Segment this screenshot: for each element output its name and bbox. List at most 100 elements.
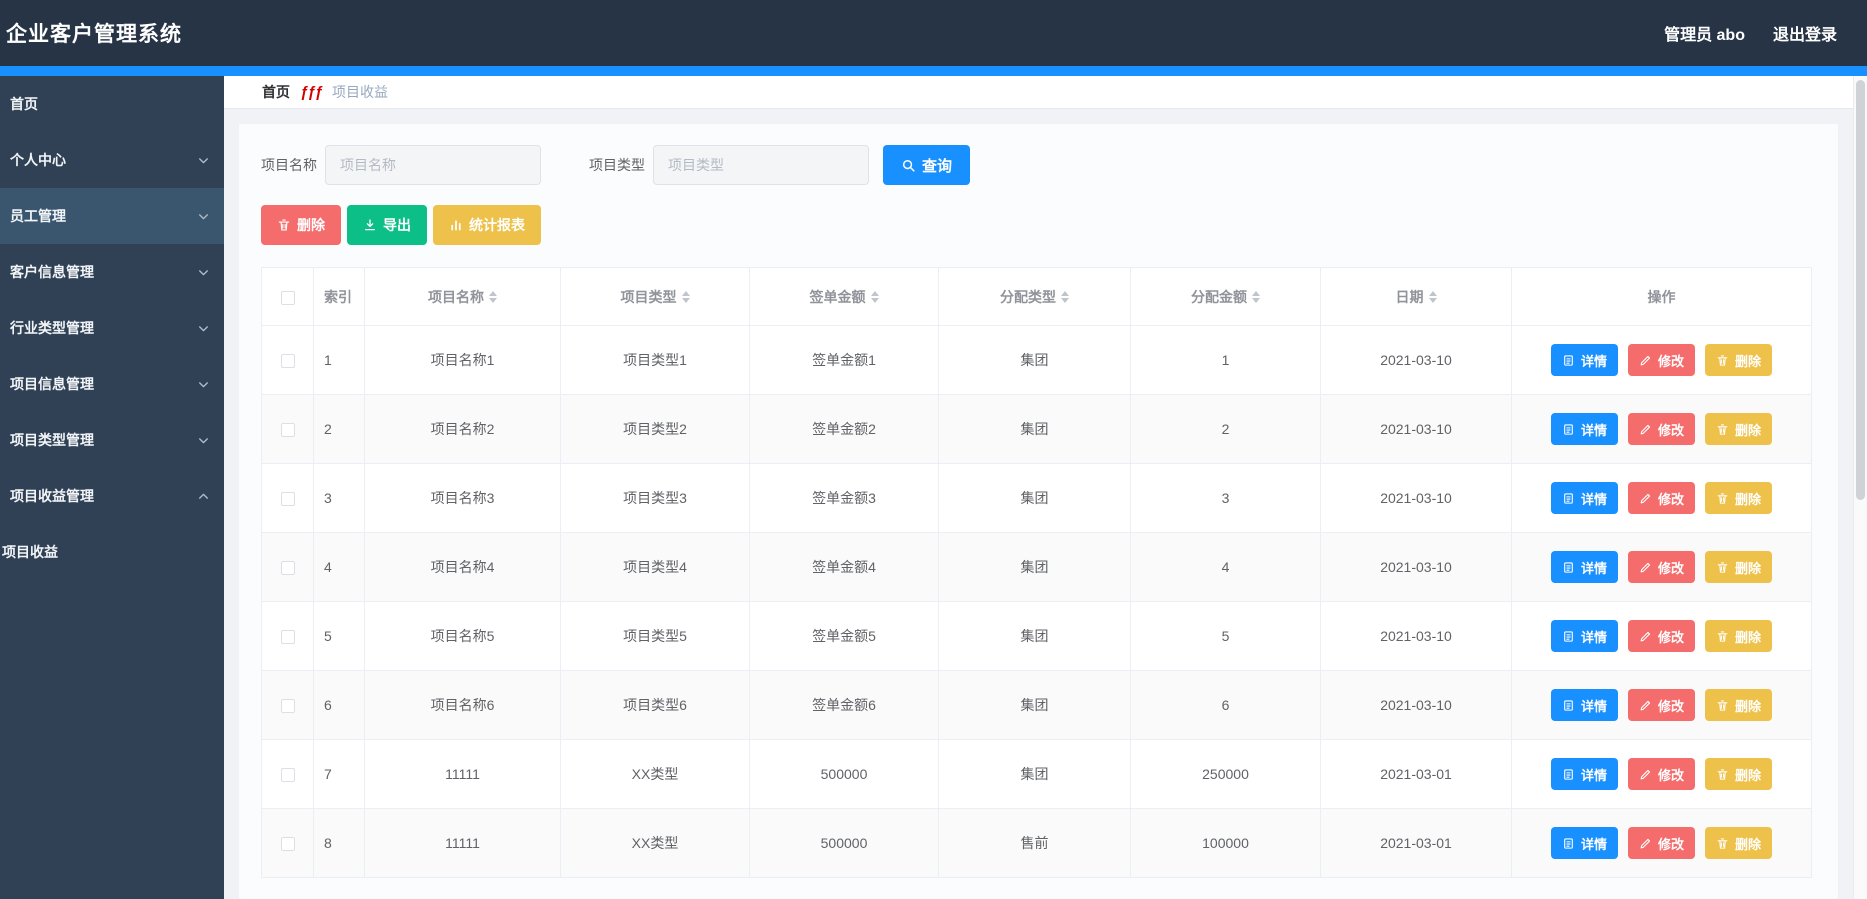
table-row: 1 项目名称1 项目类型1 签单金额1 集团 1 2021-03-10 详情 修改 删除 [261,325,1812,395]
app-title: 企业客户管理系统 [6,23,182,46]
document-icon [1562,423,1575,436]
query-button[interactable]: 查询 [883,145,971,185]
cell-type: XX类型 [560,739,750,809]
trash-icon [1716,768,1729,781]
header-5[interactable]: 分配类型 [938,267,1131,326]
cell-index: 4 [313,532,365,602]
row-checkbox[interactable] [280,561,295,576]
sidebar-item-label: 项目类型管理 [10,432,94,448]
row-checkbox[interactable] [280,699,295,714]
logout-link[interactable]: 退出登录 [1773,21,1837,45]
sidebar-item-4[interactable]: 行业类型管理 [0,300,224,356]
edit-button[interactable]: 修改 [1627,482,1695,514]
row-delete-button[interactable]: 删除 [1705,620,1773,652]
sidebar-item-1[interactable]: 个人中心 [0,132,224,188]
detail-button[interactable]: 详情 [1550,551,1618,583]
report-button[interactable]: 统计报表 [433,205,541,245]
edit-button[interactable]: 修改 [1627,827,1695,859]
pen-icon [1639,768,1652,781]
cell-type: XX类型 [560,808,750,878]
delete-button[interactable]: 删除 [261,205,341,245]
sort-caret-icon[interactable] [870,290,879,303]
sort-caret-icon[interactable] [681,290,690,303]
sidebar-item-label: 行业类型管理 [10,320,94,336]
detail-button[interactable]: 详情 [1550,620,1618,652]
cell-amount: 签单金额5 [749,601,939,671]
row-checkbox[interactable] [280,354,295,369]
sort-caret-icon[interactable] [1061,290,1069,303]
row-checkbox[interactable] [280,492,295,507]
export-button[interactable]: 导出 [347,205,427,245]
sidebar-item-0[interactable]: 首页 [0,76,224,132]
sidebar-item-8[interactable]: 项目收益 [0,524,224,580]
project-name-input[interactable] [325,145,541,185]
sidebar-item-7[interactable]: 项目收益管理 [0,468,224,524]
detail-button[interactable]: 详情 [1550,344,1618,376]
sidebar-item-6[interactable]: 项目类型管理 [0,412,224,468]
header-2[interactable]: 项目名称 [364,267,561,326]
edit-button[interactable]: 修改 [1627,413,1695,445]
sort-caret-icon[interactable] [1252,290,1260,303]
row-checkbox[interactable] [280,423,295,438]
sort-caret-icon[interactable] [489,290,497,303]
table-row: 8 11111 XX类型 500000 售前 100000 2021-03-01 详情 修改 删除 [261,808,1812,878]
cell-date: 2021-03-01 [1320,808,1512,878]
row-delete-button[interactable]: 删除 [1705,413,1773,445]
header-8: 操作 [1511,267,1812,326]
cell-index: 5 [313,601,365,671]
cell-alloc_amount: 100000 [1130,808,1321,878]
breadcrumb-home[interactable]: 首页 [262,82,290,102]
cell-alloc_amount: 6 [1130,670,1321,740]
sidebar-item-2[interactable]: 员工管理 [0,188,224,244]
header-6[interactable]: 分配金额 [1130,267,1321,326]
row-checkbox[interactable] [280,630,295,645]
edit-button[interactable]: 修改 [1627,344,1695,376]
sidebar-item-5[interactable]: 项目信息管理 [0,356,224,412]
sidebar-item-3[interactable]: 客户信息管理 [0,244,224,300]
project-type-input[interactable] [653,145,869,185]
top-navbar: 企业客户管理系统 管理员 abo 退出登录 [0,0,1867,66]
edit-button[interactable]: 修改 [1627,758,1695,790]
document-icon [1562,837,1575,850]
pen-icon [1639,561,1652,574]
cell-alloc_amount: 3 [1130,463,1321,533]
row-checkbox[interactable] [280,837,295,852]
detail-button[interactable]: 详情 [1550,758,1618,790]
cell-date: 2021-03-10 [1320,463,1512,533]
header-7[interactable]: 日期 [1320,267,1512,326]
header-4[interactable]: 签单金额 [749,267,939,326]
detail-button[interactable]: 详情 [1550,413,1618,445]
detail-button[interactable]: 详情 [1550,827,1618,859]
row-checkbox[interactable] [280,768,295,783]
row-delete-button[interactable]: 删除 [1705,689,1773,721]
detail-button[interactable]: 详情 [1550,482,1618,514]
select-all-checkbox[interactable] [280,290,295,305]
project-name-label: 项目名称 [261,157,317,173]
header-checkbox-cell [261,267,314,326]
detail-button[interactable]: 详情 [1550,689,1618,721]
download-icon [363,218,377,232]
cell-alloc_amount: 1 [1130,325,1321,395]
cell-alloc_amount: 4 [1130,532,1321,602]
row-delete-button[interactable]: 删除 [1705,827,1773,859]
navbar-right: 管理员 abo 退出登录 [1664,21,1837,45]
table-row: 2 项目名称2 项目类型2 签单金额2 集团 2 2021-03-10 详情 修改 删除 [261,394,1812,464]
edit-button[interactable]: 修改 [1627,551,1695,583]
row-delete-button[interactable]: 删除 [1705,758,1773,790]
row-delete-button[interactable]: 删除 [1705,551,1773,583]
page-scrollbar[interactable] [1853,76,1867,899]
row-delete-button[interactable]: 删除 [1705,344,1773,376]
cell-name: 项目名称5 [364,601,561,671]
cell-amount: 500000 [749,739,939,809]
row-delete-button[interactable]: 删除 [1705,482,1773,514]
cell-type: 项目类型2 [560,394,750,464]
edit-button[interactable]: 修改 [1627,620,1695,652]
search-form: 项目名称 项目类型 查询 [261,145,1816,185]
sidebar-item-label: 项目收益管理 [10,488,94,504]
sort-caret-icon[interactable] [1428,290,1437,303]
header-3[interactable]: 项目类型 [560,267,750,326]
sidebar-item-label: 客户信息管理 [10,264,94,280]
edit-button[interactable]: 修改 [1627,689,1695,721]
trash-icon [277,218,291,232]
scrollbar-thumb[interactable] [1856,80,1865,500]
